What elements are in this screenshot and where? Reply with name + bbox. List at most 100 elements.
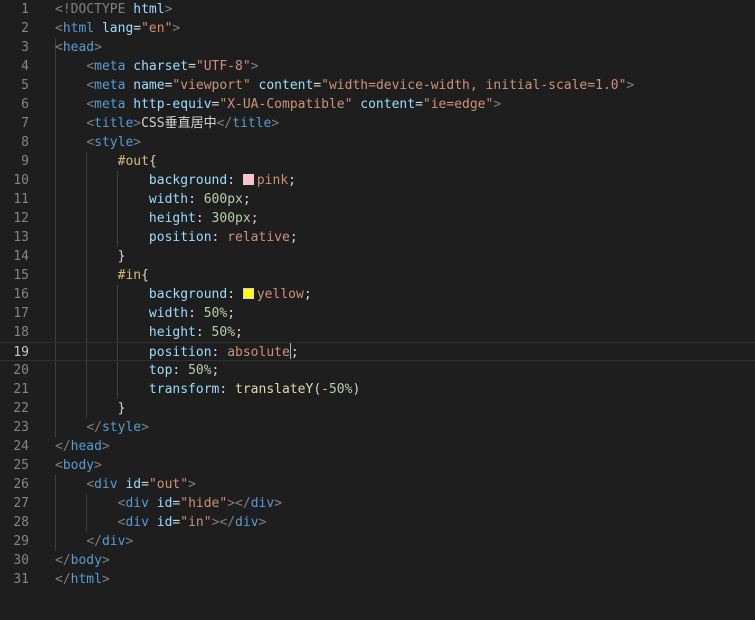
code-token: ;: [227, 306, 236, 321]
code-token: body: [62, 458, 95, 473]
code-line[interactable]: 4 <meta charset="UTF-8">: [0, 57, 755, 76]
code-token: "hide": [180, 496, 228, 511]
code-line[interactable]: 19 position: absolute;: [0, 342, 755, 361]
code-line[interactable]: 12 height: 300px;: [0, 209, 755, 228]
code-token: ;: [242, 192, 251, 207]
code-token: </: [86, 534, 102, 549]
code-text: #out{: [55, 152, 157, 171]
code-token: <: [55, 40, 63, 55]
code-token: 300px: [211, 211, 251, 226]
code-token: ></: [211, 515, 236, 530]
code-token: "in": [180, 515, 212, 530]
code-text: <meta http-equiv = "X-UA-Compatible" conte…: [55, 95, 501, 114]
code-line[interactable]: 20 top: 50%;: [0, 361, 755, 380]
code-line[interactable]: 13 position: relative;: [0, 228, 755, 247]
line-number: 29: [13, 534, 29, 549]
code-line[interactable]: 28 <div id="in"></div>: [0, 513, 755, 532]
code-token: 50%: [211, 325, 236, 340]
code-token: :: [172, 363, 189, 378]
line-number: 15: [13, 268, 29, 283]
code-text: #in{: [55, 266, 149, 285]
code-text: <!DOCTYPE html>: [55, 0, 172, 19]
code-line[interactable]: 8 <style>: [0, 133, 755, 152]
line-number: 23: [13, 420, 29, 435]
line-number: 8: [21, 135, 29, 150]
line-number: 11: [13, 192, 29, 207]
code-line[interactable]: 18 height: 50%;: [0, 323, 755, 342]
code-token: >: [271, 116, 280, 131]
code-token: lang: [94, 21, 134, 36]
code-text: position: absolute;: [55, 343, 299, 362]
code-line[interactable]: 14 }: [0, 247, 755, 266]
code-token: div: [235, 515, 259, 530]
code-line[interactable]: 31 </html>: [0, 570, 755, 589]
code-text: transform: translateY(-50%): [55, 380, 360, 399]
line-number: 3: [21, 40, 29, 55]
code-line[interactable]: 21 transform: translateY(-50%): [0, 380, 755, 399]
code-token: >: [258, 515, 267, 530]
code-text: <body>: [55, 456, 102, 475]
code-editor[interactable]: 1 <!DOCTYPE html> 2 <html lang="en"> 3 <head>…: [0, 0, 755, 620]
code-token: >: [274, 496, 283, 511]
code-token: -50%: [321, 382, 353, 397]
code-line[interactable]: 6 <meta http-equiv = "X-UA-Compatible" con…: [0, 95, 755, 114]
code-token: background: [148, 287, 228, 302]
code-token: {: [148, 154, 157, 169]
code-token: height: [148, 211, 196, 226]
code-line[interactable]: 10 background: pink;: [0, 171, 755, 190]
code-token: height: [148, 325, 196, 340]
code-line[interactable]: 22 }: [0, 399, 755, 418]
code-line[interactable]: 7 <title>CSS垂直居中</title>: [0, 114, 755, 133]
code-line[interactable]: 2 <html lang="en">: [0, 19, 755, 38]
code-token: :: [195, 211, 212, 226]
code-line[interactable]: 3 <head>: [0, 38, 755, 57]
code-line[interactable]: 30 </body>: [0, 551, 755, 570]
code-line[interactable]: 17 width: 50%;: [0, 304, 755, 323]
code-token: ;: [235, 325, 243, 340]
code-token: absolute: [227, 345, 290, 360]
code-text: </body>: [55, 551, 110, 570]
code-token: head: [62, 40, 95, 55]
code-line[interactable]: 5 <meta name="viewport" content="width=d…: [0, 76, 755, 95]
code-text: position: relative;: [55, 228, 298, 247]
color-swatch[interactable]: [242, 288, 254, 299]
code-token: 600px: [203, 192, 243, 207]
code-line[interactable]: 15 #in{: [0, 266, 755, 285]
code-token: ;: [290, 345, 299, 360]
code-line[interactable]: 25 <body>: [0, 456, 755, 475]
code-line[interactable]: 27 <div id="hide"></div>: [0, 494, 755, 513]
code-token: translateY: [235, 382, 314, 397]
code-text: height: 50%;: [55, 323, 243, 342]
code-line[interactable]: 1 <!DOCTYPE html>: [0, 0, 755, 19]
code-text: <div id="hide"></div>: [55, 494, 282, 513]
code-token: head: [70, 439, 102, 454]
code-line[interactable]: 24 </head>: [0, 437, 755, 456]
code-line[interactable]: 29 </div>: [0, 532, 755, 551]
code-line[interactable]: 16 background: yellow;: [0, 285, 755, 304]
code-token: :: [219, 382, 236, 397]
code-line[interactable]: 23 </style>: [0, 418, 755, 437]
code-line[interactable]: 9 #out{: [0, 152, 755, 171]
color-swatch[interactable]: [242, 174, 254, 185]
code-text: <div id="out">: [55, 475, 196, 494]
line-number: 24: [13, 439, 29, 454]
code-token: >: [125, 534, 134, 549]
code-token: >: [101, 553, 110, 568]
line-number: 9: [21, 154, 29, 169]
code-token: >: [94, 40, 102, 55]
code-token: 50%: [203, 306, 228, 321]
line-number: 19: [13, 345, 29, 360]
code-text: width: 50%;: [55, 304, 235, 323]
code-line[interactable]: 11 width: 600px;: [0, 190, 755, 209]
code-token: >: [172, 21, 181, 36]
code-line[interactable]: 26 <div id="out">: [0, 475, 755, 494]
line-number: 27: [13, 496, 29, 511]
code-token: top: [148, 363, 173, 378]
